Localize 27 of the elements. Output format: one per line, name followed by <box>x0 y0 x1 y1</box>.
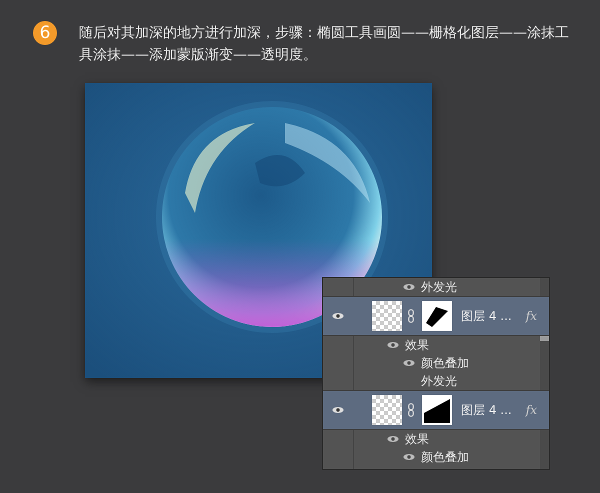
eye-icon[interactable] <box>332 312 344 320</box>
layer-row[interactable]: 图层 4 ... fx <box>323 390 549 430</box>
fx-label: fx <box>526 309 537 323</box>
effect-label[interactable]: 效果 <box>405 336 429 354</box>
layer-name: 图层 4 ... <box>461 402 512 418</box>
effect-label[interactable]: 外发光 <box>421 372 457 390</box>
chain-icon[interactable] <box>408 403 414 417</box>
layer-thumbnail <box>372 395 402 425</box>
eye-icon[interactable] <box>387 435 399 443</box>
chain-icon[interactable] <box>408 309 414 323</box>
fx-label: fx <box>526 403 537 417</box>
eye-icon[interactable] <box>403 453 415 461</box>
layer-thumbnail <box>372 301 402 331</box>
eye-icon[interactable] <box>403 359 415 367</box>
effect-label[interactable]: 效果 <box>405 430 429 448</box>
step-instruction: 随后对其加深的地方进行加深，步骤：椭圆工具画圆——栅格化图层——涂抹工具涂抹——添加蒙版渐变——透明度。 <box>79 24 570 65</box>
eye-icon[interactable] <box>403 283 415 291</box>
layer-mask-thumbnail <box>422 395 452 425</box>
effect-label[interactable]: 颜色叠加 <box>421 448 469 466</box>
step-number: 6 <box>33 21 57 45</box>
effect-label[interactable]: 颜色叠加 <box>421 354 469 372</box>
layer-mask-thumbnail <box>422 301 452 331</box>
effect-label[interactable]: 外发光 <box>421 278 457 296</box>
eye-icon[interactable] <box>387 341 399 349</box>
eye-icon[interactable] <box>332 406 344 414</box>
layer-row[interactable]: 图层 4 ... fx <box>323 296 549 336</box>
layer-name: 图层 4 ... <box>461 308 512 324</box>
